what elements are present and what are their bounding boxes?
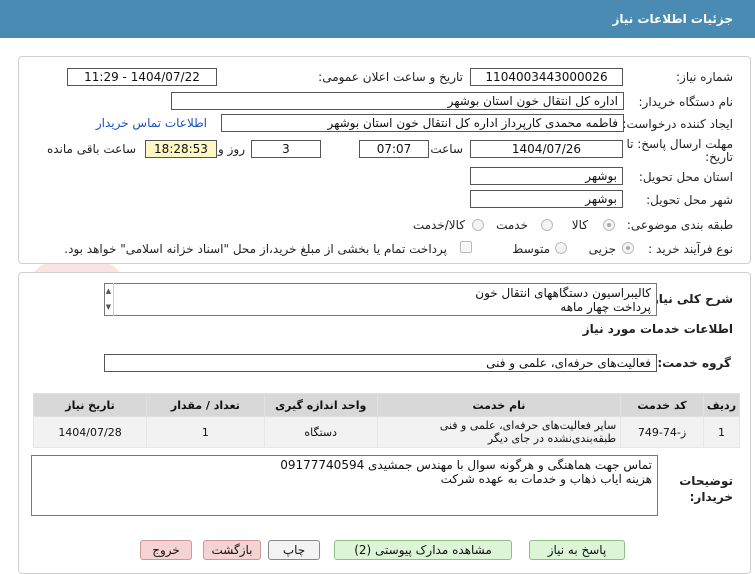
deadline-label: مهلت ارسال پاسخ: تا: [626, 137, 733, 151]
buyer-contact-link[interactable]: اطلاعات تماس خریدار: [96, 116, 207, 130]
description-line-1: کالیبراسیون دستگاههای انتقال خون: [475, 286, 651, 300]
category-goods-label: کالا: [571, 218, 588, 232]
buyer-notes-textarea: تماس جهت هماهنگی و هرگونه سوال با مهندس …: [31, 455, 658, 516]
category-service-radio[interactable]: [541, 219, 553, 231]
process-minor-radio[interactable]: [622, 242, 634, 254]
province-field: بوشهر: [470, 167, 623, 185]
province-label: استان محل تحویل:: [638, 170, 733, 184]
announce-date-field: 1404/07/22 - 11:29: [67, 68, 217, 86]
services-table: ردیف کد خدمت نام خدمت واحد اندازه گیری ت…: [32, 393, 741, 448]
col-code: کد خدمت: [620, 393, 704, 417]
announce-date-label: تاریخ و ساعت اعلان عمومی:: [318, 70, 463, 84]
table-header-row: ردیف کد خدمت نام خدمت واحد اندازه گیری ت…: [32, 393, 741, 417]
exit-button[interactable]: خروج: [140, 540, 192, 560]
cell-unit: دستگاه: [263, 416, 378, 448]
category-label: طبقه بندی موضوعی:: [626, 218, 733, 232]
description-label: شرح کلی نیاز:: [647, 292, 733, 306]
deadline-date-field: 1404/07/26: [470, 140, 623, 158]
creator-label: ایجاد کننده درخواست:: [622, 117, 733, 131]
buyer-notes-label: توضیحات: [679, 474, 733, 488]
description-line-2: پرداخت چهار ماهه: [560, 300, 651, 314]
process-type-label: نوع فرآیند خرید :: [648, 242, 733, 256]
category-goods-service-label: کالا/خدمت: [412, 218, 465, 232]
buyer-org-field: اداره کل انتقال خون استان بوشهر: [171, 92, 624, 110]
process-minor-label: جزیی: [588, 242, 616, 256]
remaining-time-field: 18:28:53: [145, 140, 217, 158]
creator-field: فاطمه محمدی کارپرداز اداره کل انتقال خون…: [221, 114, 624, 132]
description-textarea: کالیبراسیون دستگاههای انتقال خون پرداخت …: [104, 283, 657, 316]
col-name: نام خدمت: [376, 393, 622, 417]
need-number-field: 1104003443000026: [470, 68, 623, 86]
treasury-payment-checkbox[interactable]: [460, 241, 472, 253]
description-scrollbar[interactable]: ▲ ▼: [104, 283, 114, 316]
deadline-label-2: تاریخ:: [705, 150, 733, 164]
process-medium-radio[interactable]: [555, 242, 567, 254]
category-goods-radio[interactable]: [603, 219, 615, 231]
category-goods-service-radio[interactable]: [472, 219, 484, 231]
buyer-notes-line-2: هزینه ایاب ذهاب و خدمات به عهده شرکت: [440, 472, 652, 486]
cell-row: 1: [702, 416, 741, 448]
respond-button[interactable]: پاسخ به نیاز: [529, 540, 625, 560]
city-field: بوشهر: [470, 190, 623, 208]
deadline-time-label: ساعت: [430, 142, 463, 156]
buyer-notes-line-1: تماس جهت هماهنگی و هرگونه سوال با مهندس …: [280, 458, 652, 472]
cell-qty: 1: [146, 416, 265, 448]
days-remaining-field: 3: [251, 140, 321, 158]
treasury-payment-note: پرداخت تمام یا بخشی از مبلغ خرید،از محل …: [64, 242, 447, 256]
buyer-notes-label-2: خریدار:: [689, 490, 733, 504]
services-section-title: اطلاعات خدمات مورد نیاز: [582, 322, 733, 336]
need-number-label: شماره نیاز:: [676, 70, 733, 84]
page-header: جزئیات اطلاعات نیاز: [0, 0, 755, 38]
days-label: روز و: [218, 142, 245, 156]
process-medium-label: متوسط: [512, 242, 550, 256]
deadline-time-field: 07:07: [359, 140, 429, 158]
back-button[interactable]: بازگشت: [203, 540, 261, 560]
request-info-panel: [18, 56, 751, 264]
print-button[interactable]: چاپ: [268, 540, 320, 560]
remaining-time-label: ساعت باقی مانده: [46, 142, 136, 156]
cell-date: 1404/07/28: [32, 416, 148, 448]
col-unit: واحد اندازه گیری: [263, 393, 378, 417]
col-date: تاریخ نیاز: [32, 393, 148, 417]
cell-name: سایر فعالیت‌های حرفه‌ای، علمی و فنی طبقه…: [376, 416, 622, 448]
page-title: جزئیات اطلاعات نیاز: [612, 12, 733, 26]
service-group-label: گروه خدمت:: [657, 356, 731, 370]
service-group-field: فعالیت‌های حرفه‌ای، علمی و فنی: [104, 354, 657, 372]
col-qty: تعداد / مقدار: [146, 393, 265, 417]
col-row: ردیف: [702, 393, 741, 417]
category-service-label: خدمت: [496, 218, 528, 232]
city-label: شهر محل تحویل:: [646, 193, 733, 207]
table-row: 1 ز-74-749 سایر فعالیت‌های حرفه‌ای، علمی…: [32, 416, 741, 448]
buyer-org-label: نام دستگاه خریدار:: [638, 95, 734, 109]
view-attachments-button[interactable]: مشاهده مدارک پیوستی (2): [334, 540, 512, 560]
cell-code: ز-74-749: [620, 416, 704, 448]
